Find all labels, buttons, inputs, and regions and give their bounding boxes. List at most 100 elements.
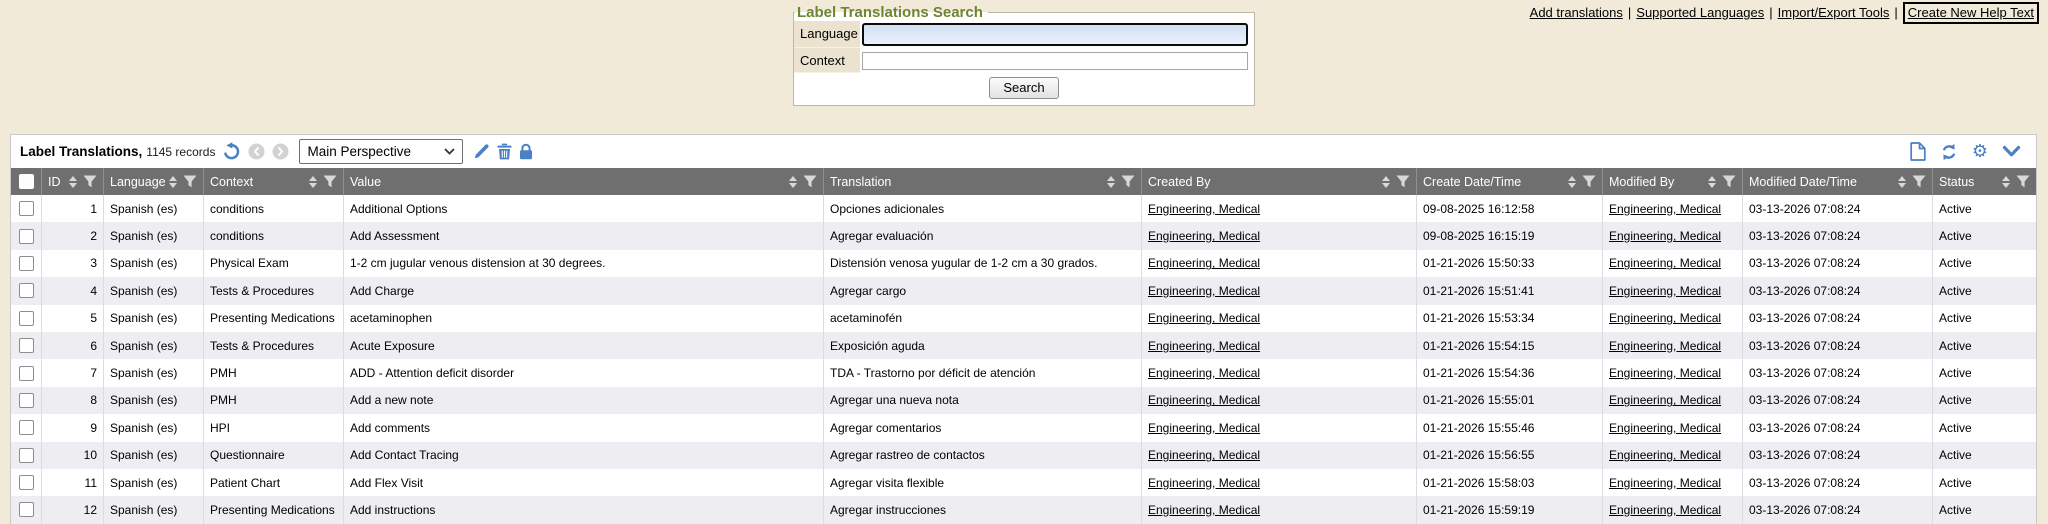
sort-icon[interactable]: [169, 176, 177, 188]
filter-icon[interactable]: [1912, 175, 1926, 188]
top-link-import-export-tools[interactable]: Import/Export Tools: [1778, 5, 1890, 20]
row-checkbox[interactable]: [19, 201, 34, 216]
sort-icon[interactable]: [69, 176, 77, 188]
context-input[interactable]: [862, 52, 1248, 70]
gear-icon[interactable]: ⚙: [1972, 143, 1988, 161]
search-button[interactable]: Search: [989, 77, 1058, 99]
row-checkbox[interactable]: [19, 366, 34, 381]
created_by-link[interactable]: Engineering, Medical: [1148, 229, 1260, 243]
created_by-link[interactable]: Engineering, Medical: [1148, 202, 1260, 216]
sort-icon[interactable]: [2002, 176, 2010, 188]
modified_by-link[interactable]: Engineering, Medical: [1609, 366, 1721, 380]
chevron-down-icon[interactable]: [2002, 145, 2021, 158]
filter-icon[interactable]: [1582, 175, 1596, 188]
row-checkbox[interactable]: [19, 502, 34, 517]
next-page-icon[interactable]: [272, 143, 289, 160]
table-row[interactable]: 1Spanish (es)conditionsAdditional Option…: [11, 195, 2036, 222]
row-checkbox[interactable]: [19, 229, 34, 244]
modified_by-link[interactable]: Engineering, Medical: [1609, 284, 1721, 298]
created_by-link[interactable]: Engineering, Medical: [1148, 476, 1260, 490]
created_by-link[interactable]: Engineering, Medical: [1148, 311, 1260, 325]
column-header-created_by[interactable]: Created By: [1141, 168, 1416, 195]
undo-icon[interactable]: [222, 142, 241, 161]
filter-icon[interactable]: [83, 175, 97, 188]
sort-icon[interactable]: [309, 176, 317, 188]
filter-icon[interactable]: [803, 175, 817, 188]
table-row[interactable]: 8Spanish (es)PMHAdd a new noteAgregar un…: [11, 387, 2036, 414]
column-header-modified_dt[interactable]: Modified Date/Time: [1742, 168, 1932, 195]
sort-icon[interactable]: [789, 176, 797, 188]
created_by-link[interactable]: Engineering, Medical: [1148, 448, 1260, 462]
lock-icon[interactable]: [519, 143, 533, 160]
created_by-link[interactable]: Engineering, Medical: [1148, 339, 1260, 353]
modified_by-link[interactable]: Engineering, Medical: [1609, 448, 1721, 462]
table-row[interactable]: 6Spanish (es)Tests & ProceduresAcute Exp…: [11, 332, 2036, 359]
table-row[interactable]: 3Spanish (es)Physical Exam1-2 cm jugular…: [11, 250, 2036, 277]
prev-page-icon[interactable]: [248, 143, 265, 160]
column-header-create_dt[interactable]: Create Date/Time: [1416, 168, 1602, 195]
row-checkbox[interactable]: [19, 420, 34, 435]
column-header-language[interactable]: Language: [103, 168, 203, 195]
table-row[interactable]: 9Spanish (es)HPIAdd commentsAgregar come…: [11, 414, 2036, 441]
top-link-add-translations[interactable]: Add translations: [1530, 5, 1623, 20]
modified_by-link[interactable]: Engineering, Medical: [1609, 311, 1721, 325]
edit-icon[interactable]: [473, 143, 490, 160]
modified_by-link[interactable]: Engineering, Medical: [1609, 339, 1721, 353]
table-row[interactable]: 2Spanish (es)conditionsAdd AssessmentAgr…: [11, 222, 2036, 249]
created_by-link[interactable]: Engineering, Medical: [1148, 284, 1260, 298]
filter-icon[interactable]: [323, 175, 337, 188]
filter-icon[interactable]: [183, 175, 197, 188]
column-header-id[interactable]: ID: [41, 168, 103, 195]
sort-icon[interactable]: [1898, 176, 1906, 188]
column-header-context[interactable]: Context: [203, 168, 343, 195]
table-row[interactable]: 5Spanish (es)Presenting Medicationsaceta…: [11, 305, 2036, 332]
perspective-select[interactable]: Main Perspective: [299, 139, 463, 164]
row-checkbox[interactable]: [19, 475, 34, 490]
table-row[interactable]: 4Spanish (es)Tests & ProceduresAdd Charg…: [11, 277, 2036, 304]
modified_by-link[interactable]: Engineering, Medical: [1609, 393, 1721, 407]
modified_by-link[interactable]: Engineering, Medical: [1609, 421, 1721, 435]
modified_by-link[interactable]: Engineering, Medical: [1609, 202, 1721, 216]
created_by-link[interactable]: Engineering, Medical: [1148, 366, 1260, 380]
modified_by-link[interactable]: Engineering, Medical: [1609, 256, 1721, 270]
top-link-create-new-help-text[interactable]: Create New Help Text: [1903, 2, 2039, 24]
select-all-checkbox[interactable]: [19, 174, 34, 189]
sort-icon[interactable]: [1708, 176, 1716, 188]
sort-icon[interactable]: [1382, 176, 1390, 188]
filter-icon[interactable]: [1722, 175, 1736, 188]
filter-icon[interactable]: [1121, 175, 1135, 188]
language-input[interactable]: [862, 23, 1248, 46]
column-header-translation[interactable]: Translation: [823, 168, 1141, 195]
filter-icon[interactable]: [1396, 175, 1410, 188]
column-header-value[interactable]: Value: [343, 168, 823, 195]
modified_by-link[interactable]: Engineering, Medical: [1609, 229, 1721, 243]
context-row: Context: [794, 48, 1254, 73]
column-header-modified_by[interactable]: Modified By: [1602, 168, 1742, 195]
sort-icon[interactable]: [1568, 176, 1576, 188]
table-row[interactable]: 11Spanish (es)Patient ChartAdd Flex Visi…: [11, 469, 2036, 496]
created_by-link[interactable]: Engineering, Medical: [1148, 421, 1260, 435]
row-checkbox[interactable]: [19, 338, 34, 353]
row-checkbox[interactable]: [19, 256, 34, 271]
created_by-link[interactable]: Engineering, Medical: [1148, 393, 1260, 407]
cell-id: 1: [41, 195, 103, 222]
created_by-link[interactable]: Engineering, Medical: [1148, 256, 1260, 270]
language-input-wrap: [860, 21, 1254, 48]
row-checkbox[interactable]: [19, 393, 34, 408]
row-checkbox[interactable]: [19, 283, 34, 298]
delete-icon[interactable]: [497, 143, 512, 160]
table-row[interactable]: 7Spanish (es)PMHADD - Attention deficit …: [11, 359, 2036, 386]
refresh-icon[interactable]: [1940, 143, 1958, 161]
created_by-link[interactable]: Engineering, Medical: [1148, 503, 1260, 517]
row-checkbox[interactable]: [19, 448, 34, 463]
filter-icon[interactable]: [2016, 175, 2030, 188]
new-record-icon[interactable]: [1910, 142, 1926, 161]
top-link-supported-languages[interactable]: Supported Languages: [1636, 5, 1764, 20]
modified_by-link[interactable]: Engineering, Medical: [1609, 503, 1721, 517]
sort-icon[interactable]: [1107, 176, 1115, 188]
table-row[interactable]: 12Spanish (es)Presenting MedicationsAdd …: [11, 496, 2036, 523]
column-header-status[interactable]: Status: [1932, 168, 2036, 195]
row-checkbox[interactable]: [19, 311, 34, 326]
modified_by-link[interactable]: Engineering, Medical: [1609, 476, 1721, 490]
table-row[interactable]: 10Spanish (es)QuestionnaireAdd Contact T…: [11, 442, 2036, 469]
